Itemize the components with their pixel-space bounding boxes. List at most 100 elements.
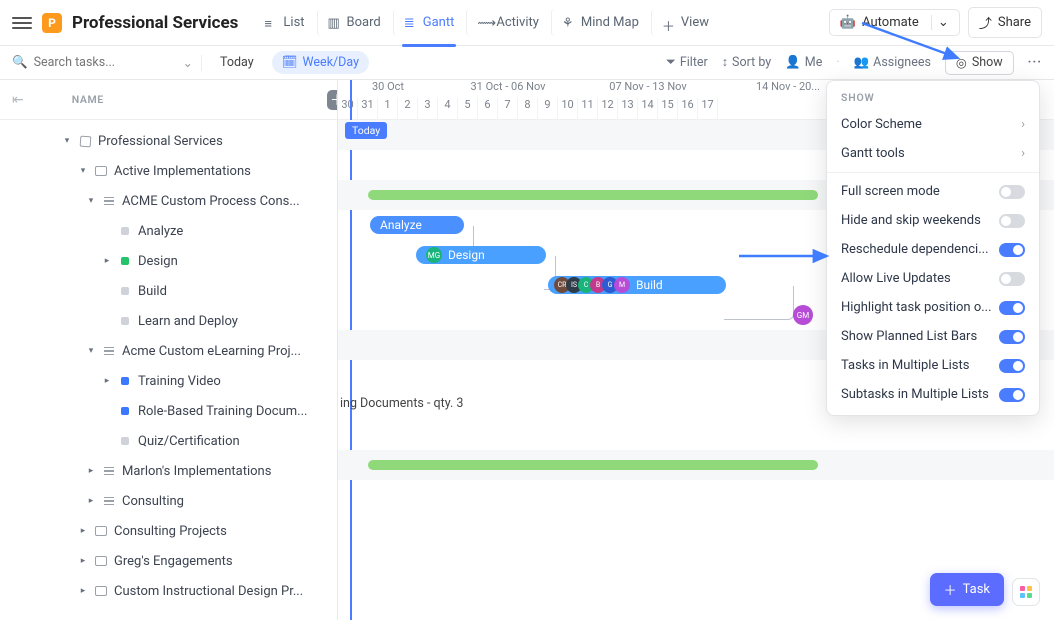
show-toggle-row[interactable]: Hide and skip weekends (827, 206, 1039, 235)
show-toggle-row[interactable]: Show Planned List Bars (827, 322, 1039, 351)
show-toggle-row[interactable]: Full screen mode (827, 177, 1039, 206)
toggle-switch[interactable] (999, 301, 1025, 315)
share-button[interactable]: ⤴ Share (968, 7, 1042, 38)
hamburger-icon[interactable] (12, 13, 32, 33)
tab-activity-label: Activity (496, 15, 539, 30)
tree-row[interactable]: ▸Consulting (0, 486, 337, 516)
tree-row-label: ACME Custom Process Cons... (122, 194, 300, 209)
gantt-day-header: 10 (558, 98, 578, 120)
avatar: M (614, 277, 630, 293)
caret-icon[interactable]: ▾ (78, 166, 88, 176)
tab-mindmap[interactable]: ⚘ Mind Map (551, 9, 649, 36)
tree-row[interactable]: ▾ Active Implementations (0, 156, 337, 186)
toggle-switch[interactable] (999, 243, 1025, 257)
flag-icon (78, 134, 92, 148)
gantt-day-header: 4 (438, 98, 458, 120)
add-task-button[interactable]: ＋ (327, 90, 338, 110)
caret-icon[interactable]: ▸ (86, 466, 96, 476)
tree-row[interactable]: ▸Design (0, 246, 337, 276)
tree-row[interactable]: ▾Acme Custom eLearning Proj... (0, 336, 337, 366)
automate-button[interactable]: 🤖 Automate ⌄ (829, 9, 960, 36)
tree-row[interactable]: ▸ Greg's Engagements (0, 546, 337, 576)
tree-row[interactable]: ▸ Training Video (0, 366, 337, 396)
tree-row[interactable]: ▸Marlon's Implementations (0, 456, 337, 486)
gantt-day-header: 12 (598, 98, 618, 120)
tab-list[interactable]: ≡ List (254, 9, 314, 36)
gantt-summary-bar[interactable] (368, 460, 818, 470)
gantt-bar-design[interactable]: MG Design (416, 246, 546, 264)
tree-row[interactable]: Quiz/Certification (0, 426, 337, 456)
gantt-day-header: 3 (418, 98, 438, 120)
sort-icon: ↕ (722, 55, 728, 70)
status-icon (118, 374, 132, 388)
space-badge[interactable]: P (42, 13, 62, 33)
tab-board-label: Board (347, 15, 381, 30)
chevron-down-icon[interactable]: ⌄ (931, 15, 949, 30)
toggle-switch[interactable] (999, 214, 1025, 228)
assignees-button[interactable]: 👥 Assignees (854, 55, 931, 70)
gantt-day-header: 9 (538, 98, 558, 120)
activity-icon: ⟿ (477, 16, 491, 30)
collapse-icon[interactable]: ⇤ (12, 92, 24, 108)
show-toggle-label: Full screen mode (841, 184, 940, 199)
caret-icon[interactable]: ▸ (102, 376, 112, 386)
tree-row[interactable]: Analyze (0, 216, 337, 246)
tree-row[interactable]: Learn and Deploy (0, 306, 337, 336)
show-toggle-row[interactable]: Allow Live Updates (827, 264, 1039, 293)
gantt-row-text: ing Documents - qty. 3 (340, 396, 463, 411)
show-toggle-row[interactable]: Tasks in Multiple Lists (827, 351, 1039, 380)
toggle-switch[interactable] (999, 330, 1025, 344)
caret-icon[interactable]: ▸ (102, 256, 112, 266)
caret-icon[interactable]: ▾ (62, 136, 72, 146)
caret-icon[interactable]: ▸ (78, 556, 88, 566)
show-panel-color-scheme[interactable]: Color Scheme › (827, 110, 1039, 139)
caret-icon[interactable]: ▸ (78, 586, 88, 596)
tab-board[interactable]: ▥ Board (317, 9, 391, 36)
tree-row[interactable]: ▾ ACME Custom Process Cons... (0, 186, 337, 216)
today-button[interactable]: Today (210, 51, 264, 74)
gantt-bar-analyze[interactable]: Analyze (370, 216, 464, 234)
weekday-button[interactable]: 🗓 Week/Day (272, 51, 369, 74)
caret-icon[interactable]: ▾ (86, 196, 96, 206)
show-panel-gantt-tools[interactable]: Gantt tools › (827, 139, 1039, 168)
tab-activity[interactable]: ⟿ Activity (466, 9, 549, 36)
search-input-wrap[interactable]: 🔍 ⌄ (12, 55, 202, 71)
divider (827, 172, 1039, 173)
caret-icon[interactable]: ▾ (86, 346, 96, 356)
gantt-bar-learn[interactable]: GM (793, 305, 813, 325)
tree-row[interactable]: ▸Consulting Projects (0, 516, 337, 546)
filter-button[interactable]: ⏷ Filter (666, 55, 708, 70)
tree-row[interactable]: Build (0, 276, 337, 306)
show-toggle-label: Show Planned List Bars (841, 329, 977, 344)
caret-icon[interactable]: ▸ (78, 526, 88, 536)
toggle-switch[interactable] (999, 388, 1025, 402)
tree-row-label: Training Video (138, 374, 221, 389)
toggle-switch[interactable] (999, 359, 1025, 373)
search-input[interactable] (34, 55, 154, 70)
add-view-button[interactable]: ＋ View (651, 9, 719, 36)
sortby-button[interactable]: ↕ Sort by (722, 55, 771, 70)
gantt-bar-build[interactable]: CRISCBGM Build (548, 276, 726, 294)
tab-gantt[interactable]: ≣ Gantt (393, 9, 465, 36)
gantt-summary-bar[interactable] (368, 190, 818, 200)
show-toggle-row[interactable]: Highlight task position o... (827, 293, 1039, 322)
show-button[interactable]: ◎ Show (945, 51, 1014, 75)
board-icon: ▥ (328, 16, 342, 30)
tree-row[interactable]: Role-Based Training Docum... (0, 396, 337, 426)
show-toggle-row[interactable]: Reschedule dependenci... (827, 235, 1039, 264)
tree-row[interactable]: ▸Custom Instructional Design Pr... (0, 576, 337, 606)
caret-icon[interactable]: ▸ (86, 496, 96, 506)
tree-row-label: Active Implementations (114, 164, 251, 179)
toggle-switch[interactable] (999, 185, 1025, 199)
more-icon[interactable]: ··· (1028, 55, 1042, 70)
toggle-switch[interactable] (999, 272, 1025, 286)
gantt-day-header: 1 (378, 98, 398, 120)
app-launcher-button[interactable] (1012, 578, 1040, 606)
chevron-down-icon[interactable]: ⌄ (183, 55, 193, 71)
show-toggle-row[interactable]: Subtasks in Multiple Lists (827, 380, 1039, 409)
tree-row-label: Greg's Engagements (114, 554, 233, 569)
new-task-button[interactable]: ＋ Task (930, 573, 1004, 606)
tree-row[interactable]: ▾Professional Services (0, 126, 337, 156)
list-icon (102, 194, 116, 208)
me-button[interactable]: 👤 Me (785, 55, 822, 70)
